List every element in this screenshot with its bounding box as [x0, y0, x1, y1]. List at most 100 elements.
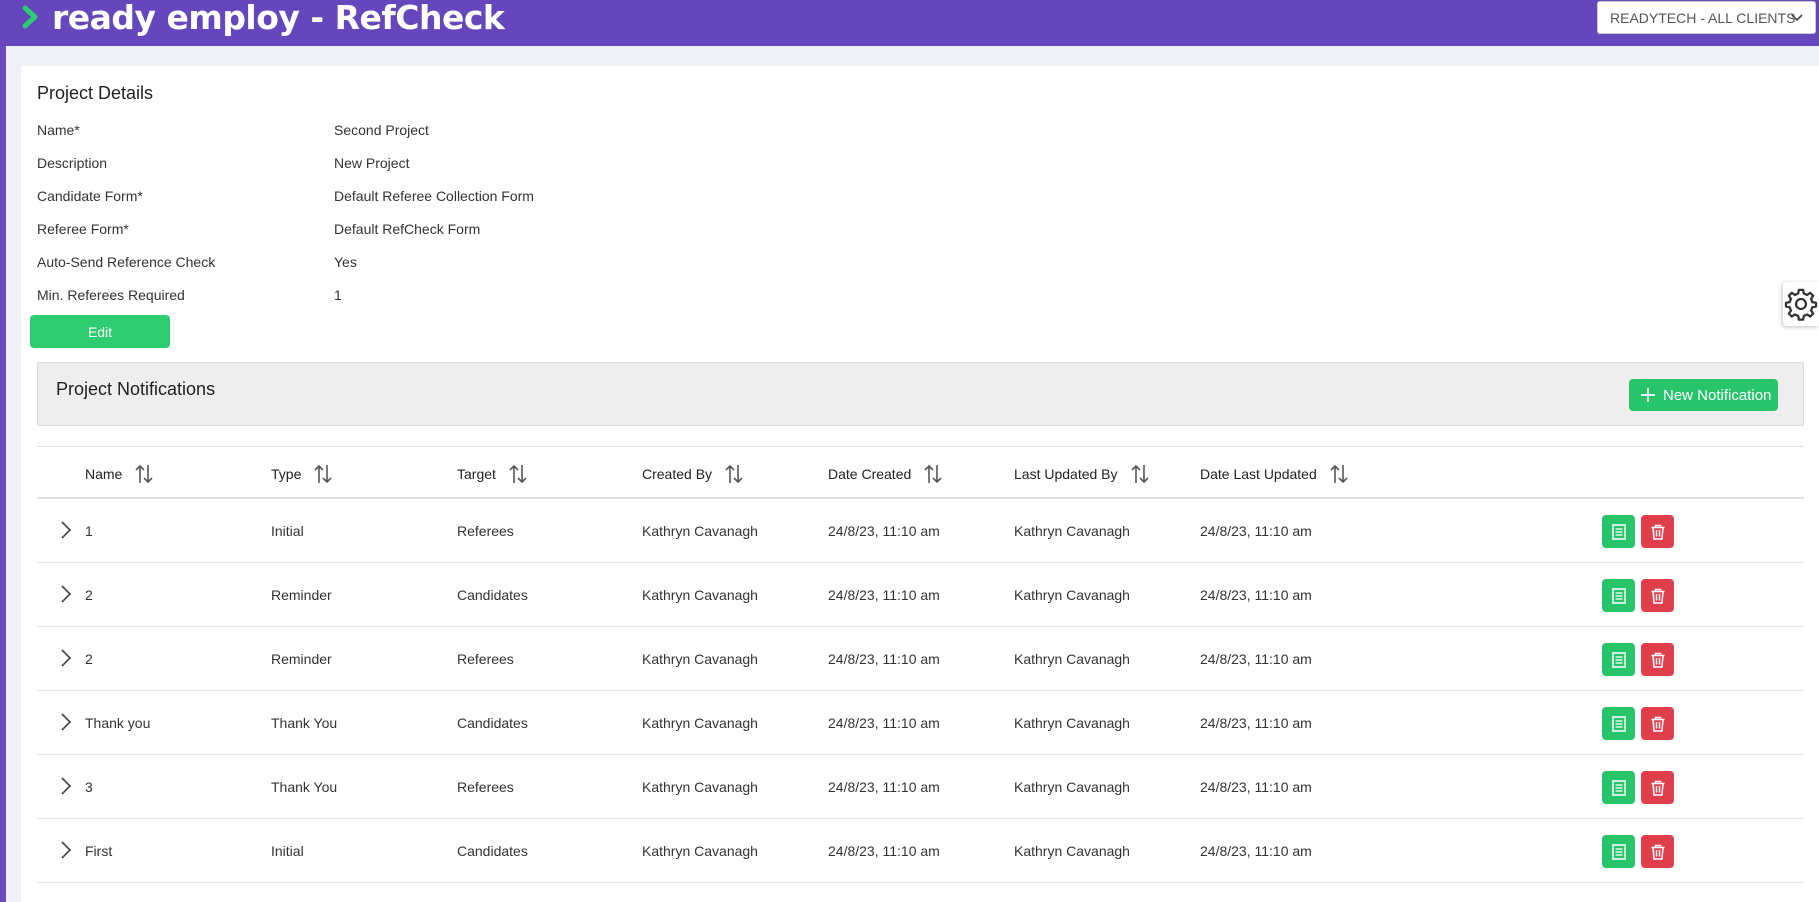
cell-created-by: Kathryn Cavanagh: [642, 779, 758, 795]
table-row: Thank you Thank You Candidates Kathryn C…: [37, 691, 1804, 755]
column-label: Last Updated By: [1014, 466, 1118, 482]
gear-icon: [1784, 288, 1818, 321]
detail-label: Description: [37, 155, 108, 171]
delete-notification-button[interactable]: [1641, 643, 1674, 676]
chevron-right-icon[interactable]: [57, 775, 75, 797]
cell-created-by: Kathryn Cavanagh: [642, 843, 758, 859]
edit-notification-button[interactable]: [1602, 515, 1635, 548]
trash-icon: [1651, 652, 1664, 668]
cell-date-created: 24/8/23, 11:10 am: [828, 523, 940, 539]
cell-name: 2: [85, 587, 93, 603]
document-icon: [1611, 715, 1626, 732]
table-row: 2 Reminder Referees Kathryn Cavanagh 24/…: [37, 627, 1804, 691]
delete-notification-button[interactable]: [1641, 707, 1674, 740]
cell-target: Candidates: [457, 587, 528, 603]
cell-name: Thank you: [85, 715, 151, 731]
detail-value: Second Project: [334, 122, 429, 138]
notifications-title: Project Notifications: [56, 379, 216, 399]
project-details-title: Project Details: [37, 83, 154, 103]
sort-arrows-icon: [135, 464, 153, 484]
table-header: Name Type Target Created By Date Created: [37, 446, 1804, 499]
cell-type: Reminder: [271, 587, 332, 603]
edit-notification-button[interactable]: [1602, 579, 1635, 612]
content-area: Project Details Name* Second Project Des…: [6, 46, 1819, 902]
cell-name: 2: [85, 651, 93, 667]
column-header-last-updated-by[interactable]: Last Updated By: [1014, 463, 1150, 485]
column-label: Date Last Updated: [1200, 466, 1317, 482]
column-header-date-created[interactable]: Date Created: [828, 463, 943, 485]
cell-date-created: 24/8/23, 11:10 am: [828, 779, 940, 795]
column-label: Created By: [642, 466, 713, 482]
delete-notification-button[interactable]: [1641, 835, 1674, 868]
column-header-target[interactable]: Target: [457, 463, 528, 485]
chevron-mark-icon: [22, 5, 38, 29]
cell-type: Initial: [271, 523, 304, 539]
edit-notification-button[interactable]: [1602, 643, 1635, 676]
cell-date-updated: 24/8/23, 11:10 am: [1200, 779, 1312, 795]
settings-tab[interactable]: [1783, 282, 1819, 326]
trash-icon: [1651, 844, 1664, 860]
edit-notification-button[interactable]: [1602, 835, 1635, 868]
column-header-type[interactable]: Type: [271, 463, 333, 485]
chevron-right-icon[interactable]: [57, 839, 75, 861]
cell-date-created: 24/8/23, 11:10 am: [828, 843, 940, 859]
cell-created-by: Kathryn Cavanagh: [642, 587, 758, 603]
document-icon: [1611, 587, 1626, 604]
cell-date-updated: 24/8/23, 11:10 am: [1200, 651, 1312, 667]
document-icon: [1611, 651, 1626, 668]
table-row: First Initial Candidates Kathryn Cavanag…: [37, 819, 1804, 883]
cell-date-updated: 24/8/23, 11:10 am: [1200, 715, 1312, 731]
cell-type: Thank You: [271, 715, 338, 731]
delete-notification-button[interactable]: [1641, 771, 1674, 804]
cell-date-created: 24/8/23, 11:10 am: [828, 651, 940, 667]
sort-arrows-icon: [1330, 464, 1348, 484]
column-header-date-last-updated[interactable]: Date Last Updated: [1200, 463, 1349, 485]
cell-target: Referees: [457, 523, 514, 539]
detail-label: Auto-Send Reference Check: [37, 254, 216, 270]
column-header-created-by[interactable]: Created By: [642, 463, 744, 485]
document-icon: [1611, 779, 1626, 796]
cell-type: Thank You: [271, 779, 338, 795]
app-logo[interactable]: ready employ - RefCheck: [20, 0, 505, 37]
cell-name: 3: [85, 779, 93, 795]
sort-arrows-icon: [924, 464, 942, 484]
detail-value: Yes: [334, 254, 357, 270]
new-notification-button[interactable]: New Notification: [1629, 379, 1778, 411]
cell-target: Candidates: [457, 715, 528, 731]
delete-notification-button[interactable]: [1641, 579, 1674, 612]
column-label: Date Created: [828, 466, 912, 482]
project-card: Project Details Name* Second Project Des…: [21, 66, 1819, 902]
cell-created-by: Kathryn Cavanagh: [642, 715, 758, 731]
cell-date-created: 24/8/23, 11:10 am: [828, 715, 940, 731]
table-row: 3 Thank You Referees Kathryn Cavanagh 24…: [37, 755, 1804, 819]
chevron-right-icon[interactable]: [57, 647, 75, 669]
detail-value: Default Referee Collection Form: [334, 188, 534, 204]
chevron-down-icon: [1791, 14, 1803, 22]
edit-notification-button[interactable]: [1602, 707, 1635, 740]
detail-value: New Project: [334, 155, 410, 171]
detail-label: Referee Form*: [37, 221, 129, 237]
cell-date-updated: 24/8/23, 11:10 am: [1200, 587, 1312, 603]
trash-icon: [1651, 524, 1664, 540]
detail-label: Candidate Form*: [37, 188, 143, 204]
sort-arrows-icon: [725, 464, 743, 484]
sort-arrows-icon: [509, 464, 527, 484]
chevron-right-icon[interactable]: [57, 583, 75, 605]
column-header-name[interactable]: Name: [85, 463, 154, 485]
chevron-right-icon[interactable]: [57, 711, 75, 733]
trash-icon: [1651, 588, 1664, 604]
cell-target: Referees: [457, 651, 514, 667]
cell-date-updated: 24/8/23, 11:10 am: [1200, 843, 1312, 859]
cell-updated-by: Kathryn Cavanagh: [1014, 651, 1130, 667]
plus-icon: [1641, 388, 1655, 402]
table-row: 2 Reminder Candidates Kathryn Cavanagh 2…: [37, 563, 1804, 627]
cell-name: 1: [85, 523, 93, 539]
delete-notification-button[interactable]: [1641, 515, 1674, 548]
edit-notification-button[interactable]: [1602, 771, 1635, 804]
sort-arrows-icon: [1130, 464, 1149, 484]
chevron-right-icon[interactable]: [57, 519, 75, 541]
new-notification-label: New Notification: [1663, 386, 1772, 404]
client-select[interactable]: READYTECH - ALL CLIENTS: [1597, 1, 1816, 34]
cell-date-created: 24/8/23, 11:10 am: [828, 587, 940, 603]
edit-button[interactable]: Edit: [30, 315, 170, 348]
